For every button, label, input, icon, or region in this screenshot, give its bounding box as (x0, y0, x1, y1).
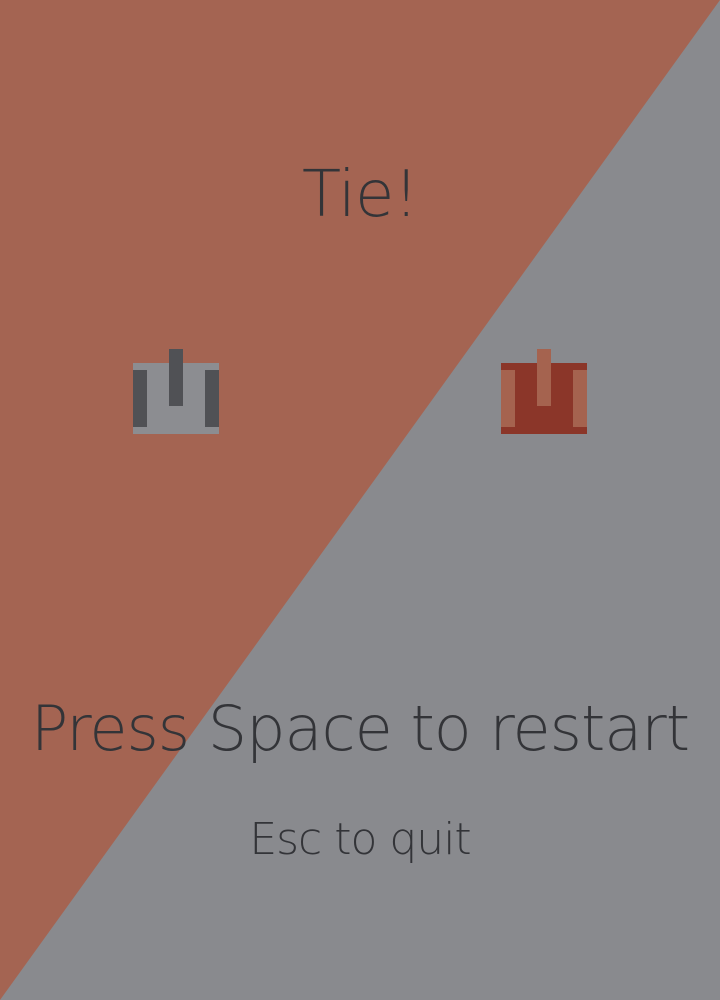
tank-track-right (573, 370, 587, 427)
right-tank-icon (501, 349, 587, 434)
result-message: Tie! (302, 158, 419, 232)
tank-barrel (537, 349, 551, 406)
tank-track-left (501, 370, 515, 427)
restart-instruction: Press Space to restart (30, 692, 690, 765)
quit-instruction: Esc to quit (249, 814, 471, 865)
left-tank-icon (133, 349, 219, 434)
tank-track-right (205, 370, 219, 427)
game-screen: Tie! Press Space to restart Esc to quit (0, 0, 720, 1000)
tank-track-left (133, 370, 147, 427)
tank-barrel (169, 349, 183, 406)
